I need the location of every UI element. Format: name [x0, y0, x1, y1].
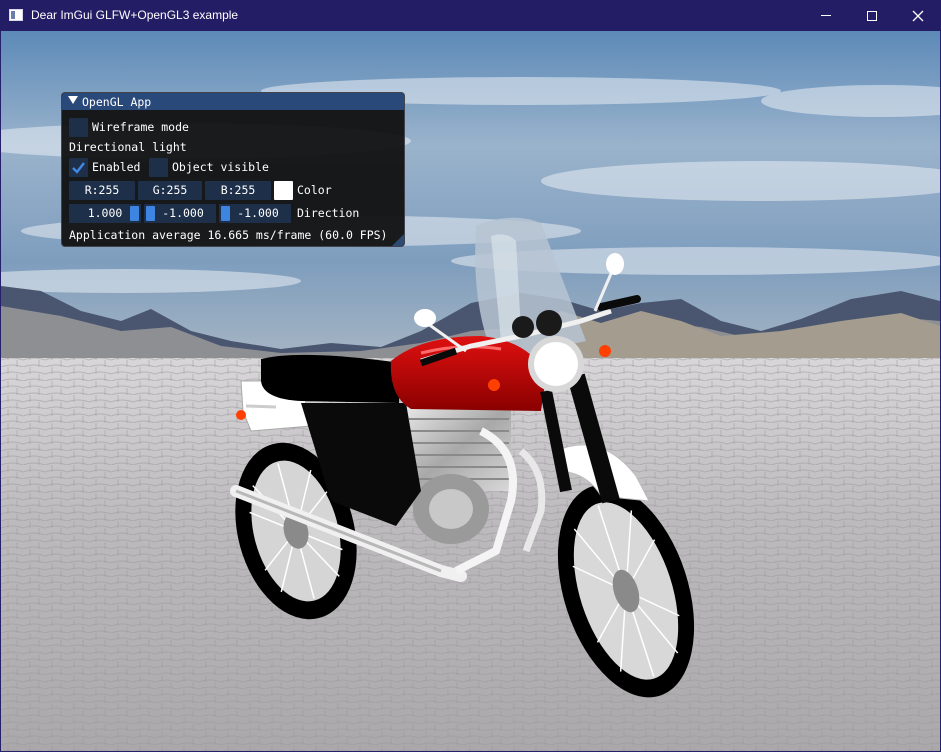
object-visible-label: Object visible — [172, 160, 269, 174]
direction-x-grab[interactable] — [130, 206, 139, 221]
fps-text: Application average 16.665 ms/frame (60.… — [69, 228, 388, 242]
color-swatch[interactable] — [274, 181, 293, 200]
directional-light-label: Directional light — [69, 140, 187, 154]
title-bar[interactable]: Dear ImGui GLFW+OpenGL3 example — [0, 0, 941, 31]
resize-grip[interactable] — [392, 234, 404, 246]
enabled-label: Enabled — [92, 160, 141, 174]
color-b-drag[interactable]: B:255 — [205, 181, 271, 200]
color-label: Color — [297, 183, 332, 197]
minimize-button[interactable] — [803, 0, 849, 31]
app-icon — [9, 9, 23, 21]
close-button[interactable] — [895, 0, 941, 31]
imgui-title: OpenGL App — [82, 95, 152, 109]
collapse-arrow-icon[interactable] — [68, 96, 78, 104]
close-icon — [912, 10, 924, 21]
maximize-icon — [867, 10, 877, 21]
imgui-panel[interactable]: OpenGL App Wireframe mode Directional li… — [61, 92, 405, 247]
direction-z-value: -1.000 — [237, 206, 279, 220]
imgui-title-bar[interactable]: OpenGL App — [62, 93, 404, 110]
wireframe-checkbox[interactable] — [69, 118, 88, 137]
checkmark-icon — [72, 162, 85, 174]
direction-x-slider[interactable]: 1.000 — [69, 204, 141, 223]
enabled-checkbox[interactable] — [69, 158, 88, 177]
direction-y-slider[interactable]: -1.000 — [144, 204, 216, 223]
object-visible-checkbox[interactable] — [149, 158, 168, 177]
direction-y-value: -1.000 — [162, 206, 204, 220]
color-r-drag[interactable]: R:255 — [69, 181, 135, 200]
color-g-drag[interactable]: G:255 — [138, 181, 202, 200]
direction-label: Direction — [297, 206, 360, 220]
opengl-viewport[interactable]: OpenGL App Wireframe mode Directional li… — [1, 31, 940, 751]
minimize-icon — [821, 15, 831, 16]
window-title: Dear ImGui GLFW+OpenGL3 example — [31, 8, 239, 22]
wireframe-label: Wireframe mode — [92, 120, 189, 134]
maximize-button[interactable] — [849, 0, 895, 31]
app-window: Dear ImGui GLFW+OpenGL3 example OpenGL A… — [0, 0, 941, 752]
direction-z-slider[interactable]: -1.000 — [219, 204, 291, 223]
